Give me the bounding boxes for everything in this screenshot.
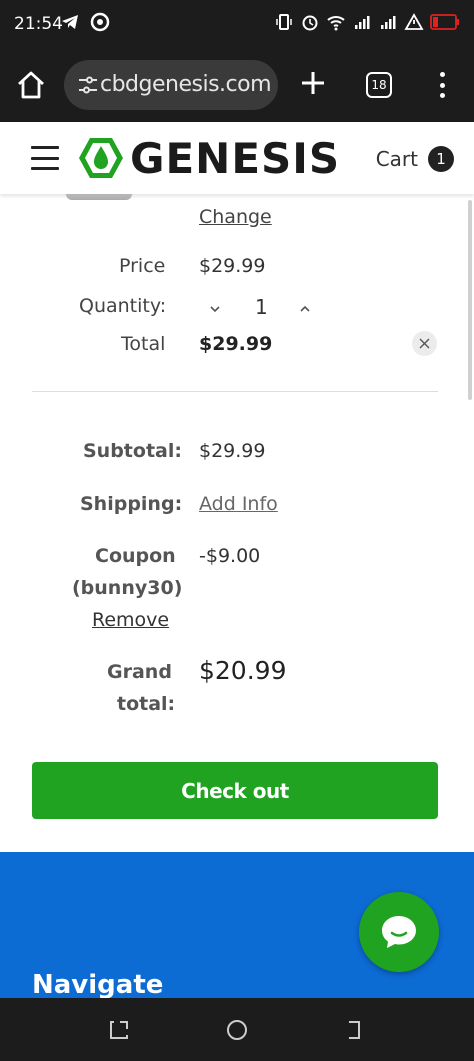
close-icon <box>419 338 430 349</box>
site-settings-icon[interactable] <box>78 76 98 94</box>
system-nav-bar <box>0 998 474 1061</box>
coupon-value: -$9.00 <box>199 545 261 567</box>
alarm-icon <box>302 15 318 31</box>
tab-count: 18 <box>371 78 387 92</box>
price-label: Price <box>119 255 166 277</box>
shipping-add-info-link[interactable]: Add Info <box>199 493 278 515</box>
instagram-icon <box>90 12 110 32</box>
battery-icon <box>430 14 459 30</box>
cart-label: Cart <box>375 147 418 171</box>
cart-link[interactable]: Cart 1 <box>376 146 454 172</box>
quantity-value[interactable]: 1 <box>255 295 268 319</box>
tab-switcher-button[interactable]: 18 <box>366 72 392 98</box>
footer-navigate-heading: Navigate <box>32 970 164 1000</box>
remove-item-button[interactable] <box>412 331 437 356</box>
shipping-label: Shipping: <box>80 493 183 515</box>
new-tab-icon[interactable] <box>300 70 326 96</box>
grand-total-label-line2: total: <box>117 693 176 715</box>
status-time: 21:54 <box>14 14 63 34</box>
page-scrollbar[interactable] <box>468 200 472 400</box>
quantity-increase-icon[interactable] <box>295 299 315 319</box>
hamburger-menu-icon[interactable] <box>31 146 59 170</box>
address-bar[interactable]: cbdgenesis.com <box>64 60 278 110</box>
telegram-icon <box>62 15 78 29</box>
grand-total-label-line1: Grand <box>107 661 172 683</box>
cart-count-badge: 1 <box>428 146 454 172</box>
browser-toolbar: cbdgenesis.com 18 <box>0 48 474 122</box>
subtotal-label: Subtotal: <box>83 440 182 462</box>
logo-text: GENESIS <box>130 133 341 183</box>
total-label: Total <box>121 333 166 355</box>
wifi-icon <box>327 16 345 31</box>
home-nav-icon[interactable] <box>225 1018 249 1042</box>
site-header: GENESIS Cart 1 <box>0 122 474 194</box>
grand-total-value: $20.99 <box>199 656 287 685</box>
recent-apps-icon[interactable] <box>107 1018 131 1042</box>
site-footer: Navigate <box>0 852 474 1002</box>
genesis-drop-icon <box>79 138 123 178</box>
price-value: $29.99 <box>199 255 266 277</box>
url-text: cbdgenesis.com <box>100 72 272 97</box>
status-bar: 21:54 <box>0 0 474 48</box>
divider <box>32 391 438 392</box>
chat-button[interactable] <box>359 892 439 972</box>
chat-bubble-icon <box>382 916 416 948</box>
browser-menu-icon[interactable] <box>432 70 452 100</box>
signal-icon <box>355 16 370 29</box>
signal-icon <box>381 16 396 29</box>
coupon-remove-link[interactable]: Remove <box>92 609 169 631</box>
vibrate-icon <box>276 14 292 30</box>
subtotal-value: $29.99 <box>199 440 266 462</box>
coupon-code: (bunny30) <box>72 577 183 599</box>
back-icon[interactable] <box>343 1018 367 1042</box>
genesis-logo[interactable]: GENESIS <box>78 133 341 183</box>
home-icon[interactable] <box>16 70 46 100</box>
checkout-button[interactable]: Check out <box>32 762 438 819</box>
warning-icon <box>404 13 424 30</box>
total-value: $29.99 <box>199 333 273 355</box>
change-link[interactable]: Change <box>199 206 272 228</box>
coupon-label: Coupon <box>95 545 176 567</box>
quantity-label: Quantity: <box>79 295 167 317</box>
quantity-decrease-icon[interactable] <box>205 299 225 319</box>
